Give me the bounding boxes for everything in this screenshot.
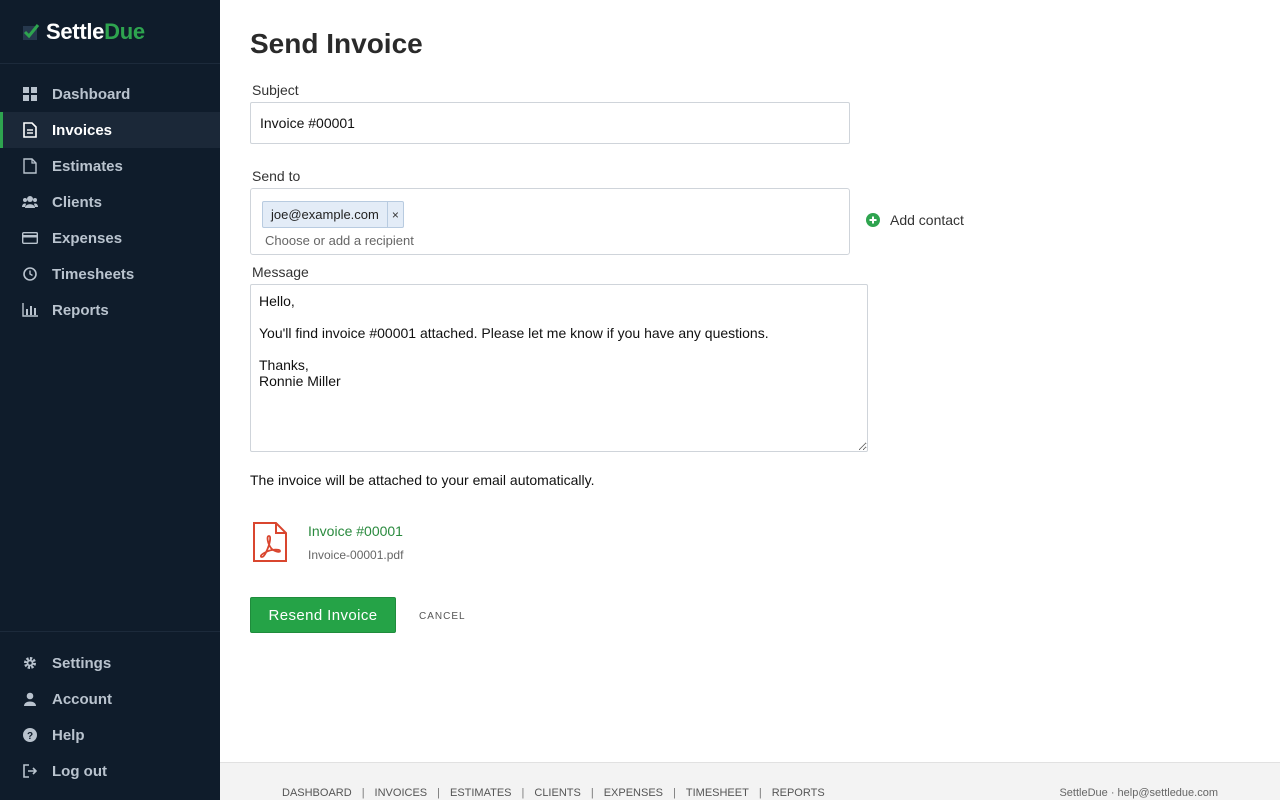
message-textarea[interactable]: Hello, You'll find invoice #00001 attach… — [250, 284, 868, 452]
sidebar-item-label: Help — [52, 726, 85, 744]
footer: DASHBOARD | INVOICES | ESTIMATES | CLIEN… — [220, 762, 1280, 800]
sidebar-item-logout[interactable]: Log out — [0, 753, 220, 789]
sendto-label: Send to — [252, 168, 301, 184]
sidebar-item-invoices[interactable]: Invoices — [0, 112, 220, 148]
subject-input[interactable] — [250, 102, 850, 144]
recipient-input[interactable] — [265, 231, 825, 249]
file-icon — [22, 158, 38, 174]
footer-links: DASHBOARD | INVOICES | ESTIMATES | CLIEN… — [282, 787, 825, 799]
app-logo[interactable]: SettleDue — [0, 0, 220, 64]
logout-icon — [22, 763, 38, 779]
plus-circle-icon — [866, 213, 880, 227]
users-icon — [22, 194, 38, 210]
sidebar-item-timesheets[interactable]: Timesheets — [0, 256, 220, 292]
subject-label: Subject — [252, 82, 299, 98]
pdf-icon — [253, 522, 287, 562]
sidebar-item-label: Dashboard — [52, 85, 131, 103]
footer-separator: | — [437, 787, 440, 799]
sidebar-item-reports[interactable]: Reports — [0, 292, 220, 328]
recipient-chip-email: joe@example.com — [271, 207, 379, 222]
sidebar-item-label: Reports — [52, 301, 109, 319]
sidebar-item-label: Invoices — [52, 121, 113, 139]
footer-link-expenses[interactable]: EXPENSES — [604, 787, 663, 799]
attach-note: The invoice will be attached to your ema… — [250, 472, 595, 488]
recipient-chip: joe@example.com × — [262, 201, 404, 228]
sidebar-item-label: Estimates — [52, 157, 123, 175]
credit-card-icon — [22, 230, 38, 246]
resend-invoice-button[interactable]: Resend Invoice — [250, 597, 396, 633]
sidebar-item-estimates[interactable]: Estimates — [0, 148, 220, 184]
invoice-attachment-link[interactable]: Invoice #00001 — [308, 523, 403, 539]
footer-link-reports[interactable]: REPORTS — [772, 787, 825, 799]
sidebar-item-label: Account — [52, 690, 112, 708]
footer-contact: SettleDue · help@settledue.com — [1059, 787, 1218, 799]
svg-text:?: ? — [27, 731, 33, 742]
sidebar-nav: Dashboard Invoices Estimates Clients Exp… — [0, 76, 220, 328]
sidebar-item-account[interactable]: Account — [0, 681, 220, 717]
sidebar-item-expenses[interactable]: Expenses — [0, 220, 220, 256]
cancel-button[interactable]: CANCEL — [410, 605, 475, 627]
sidebar-item-dashboard[interactable]: Dashboard — [0, 76, 220, 112]
sidebar-item-label: Log out — [52, 762, 107, 780]
footer-separator: | — [758, 787, 762, 799]
footer-link-timesheet[interactable]: TIMESHEET — [686, 787, 749, 799]
sidebar-bottom-nav: Settings Account ? Help Log out — [0, 631, 220, 789]
sidebar: SettleDue Dashboard Invoices Estimates C… — [0, 0, 220, 800]
add-contact-button[interactable]: Add contact — [866, 212, 964, 228]
document-icon — [22, 122, 38, 138]
add-contact-label: Add contact — [890, 212, 964, 228]
message-label: Message — [252, 264, 309, 280]
footer-separator: | — [673, 787, 676, 799]
sidebar-item-settings[interactable]: Settings — [0, 645, 220, 681]
attachment-filename: Invoice-00001.pdf — [308, 548, 404, 562]
dashboard-icon — [22, 86, 38, 102]
app-name: SettleDue — [46, 18, 145, 44]
footer-separator: | — [361, 787, 365, 799]
footer-separator: | — [590, 787, 594, 799]
footer-separator: | — [521, 787, 525, 799]
sidebar-item-help[interactable]: ? Help — [0, 717, 220, 753]
footer-link-estimates[interactable]: ESTIMATES — [450, 787, 512, 799]
sidebar-item-clients[interactable]: Clients — [0, 184, 220, 220]
bar-chart-icon — [22, 302, 38, 318]
sidebar-item-label: Expenses — [52, 229, 123, 247]
page-title: Send Invoice — [250, 28, 423, 59]
footer-link-invoices[interactable]: INVOICES — [375, 787, 428, 799]
sidebar-item-label: Clients — [52, 193, 103, 211]
user-icon — [22, 691, 38, 707]
check-logo-icon — [23, 23, 40, 40]
clock-icon — [22, 266, 38, 282]
footer-link-dashboard[interactable]: DASHBOARD — [282, 787, 352, 799]
sidebar-item-label: Timesheets — [52, 265, 135, 283]
remove-recipient-icon[interactable]: × — [386, 202, 403, 227]
recipient-field[interactable]: joe@example.com × — [250, 188, 850, 255]
question-icon: ? — [22, 727, 38, 743]
sidebar-item-label: Settings — [52, 654, 112, 672]
gear-icon — [22, 655, 38, 671]
footer-link-clients[interactable]: CLIENTS — [534, 787, 580, 799]
